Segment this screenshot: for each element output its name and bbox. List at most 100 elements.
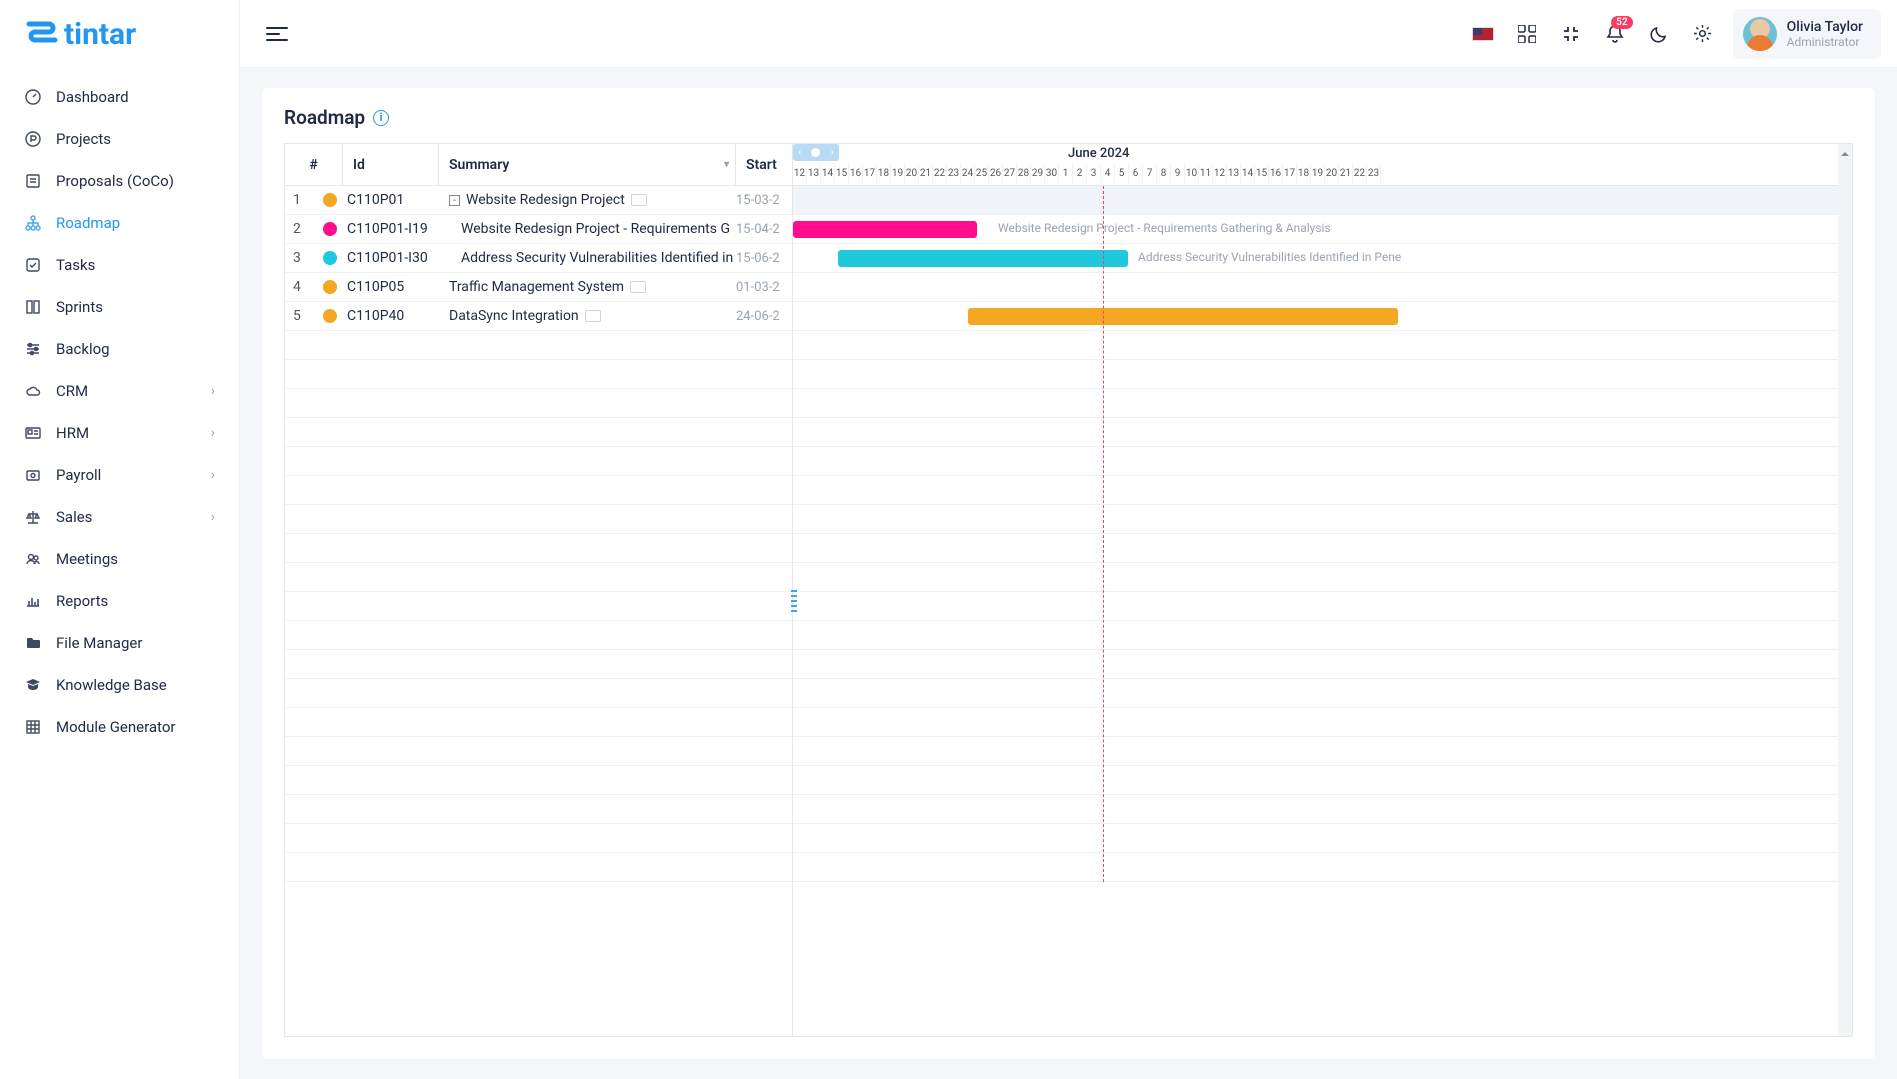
sidebar-item-label: CRM [56, 382, 88, 400]
apps-grid-button[interactable] [1505, 12, 1549, 56]
table-row[interactable]: 3C110P01-I30Address Security Vulnerabili… [285, 244, 792, 273]
empty-row [285, 418, 792, 447]
col-header-id[interactable]: Id [343, 144, 439, 185]
sidebar-item-label: Reports [56, 592, 108, 610]
timeline-day: 9 [1171, 163, 1185, 185]
empty-row [285, 679, 792, 708]
col-header-summary[interactable]: Summary [439, 144, 736, 185]
timeline-day: 19 [891, 163, 905, 185]
timeline-nav[interactable]: ‹› [793, 144, 839, 161]
sidebar-item-payroll[interactable]: Payroll› [0, 454, 239, 496]
sidebar-item-backlog[interactable]: Backlog [0, 328, 239, 370]
sidebar-item-tasks[interactable]: Tasks [0, 244, 239, 286]
timeline-row [793, 418, 1852, 447]
sidebar-item-file-manager[interactable]: File Manager [0, 622, 239, 664]
empty-row [285, 853, 792, 882]
timeline-day: 6 [1129, 163, 1143, 185]
timeline-day: 14 [821, 163, 835, 185]
timeline-day: 10 [1185, 163, 1199, 185]
language-flag-button[interactable] [1461, 12, 1505, 56]
page-title: Roadmap [284, 106, 365, 129]
col-header-number[interactable]: # [285, 144, 343, 185]
sidebar-item-label: Roadmap [56, 214, 120, 232]
sidebar-item-meetings[interactable]: Meetings [0, 538, 239, 580]
empty-row [285, 795, 792, 824]
timeline-row [793, 737, 1852, 766]
sidebar-item-label: Dashboard [56, 88, 129, 106]
sidebar-item-module-generator[interactable]: Module Generator [0, 706, 239, 748]
gantt-bar-label: Address Security Vulnerabilities Identif… [1138, 250, 1401, 264]
timeline-row [793, 766, 1852, 795]
timeline-day: 16 [849, 163, 863, 185]
notifications-button[interactable]: 52 [1593, 12, 1637, 56]
table-row[interactable]: 1C110P01-Website Redesign Project15-03-2 [285, 186, 792, 215]
checkbox[interactable] [585, 310, 601, 322]
cloud-icon [24, 382, 42, 400]
moon-icon [1650, 25, 1668, 43]
status-dot [323, 280, 337, 294]
timeline-row [793, 563, 1852, 592]
gantt-bar[interactable] [838, 250, 1128, 267]
gantt-bar[interactable] [793, 221, 977, 238]
table-row[interactable]: 2C110P01-I19Website Redesign Project - R… [285, 215, 792, 244]
logo[interactable]: tintar [0, 0, 239, 68]
sidebar-item-label: Module Generator [56, 718, 175, 736]
tree-toggle[interactable]: - [449, 195, 460, 206]
timeline-day: 21 [919, 163, 933, 185]
scale-icon [24, 508, 42, 526]
table-row[interactable]: 5C110P40DataSync Integration24-06-2 [285, 302, 792, 331]
chevron-right-icon: › [211, 425, 215, 441]
timeline-day: 24 [961, 163, 975, 185]
timeline-row [793, 302, 1852, 331]
timeline-day: 22 [933, 163, 947, 185]
scrollbar-vertical[interactable] [1838, 144, 1852, 1036]
menu-toggle-button[interactable] [262, 16, 298, 52]
col-header-start[interactable]: Start [736, 144, 792, 185]
gear-icon [1693, 24, 1712, 43]
check-icon [24, 256, 42, 274]
sidebar-item-label: Sales [56, 508, 92, 526]
theme-toggle-button[interactable] [1637, 12, 1681, 56]
cell-id: C110P01-I19 [343, 221, 439, 237]
cell-start: 15-03-2 [736, 193, 792, 208]
timeline-day: 4 [1101, 163, 1115, 185]
sidebar-item-reports[interactable]: Reports [0, 580, 239, 622]
empty-row [285, 389, 792, 418]
sidebar-item-projects[interactable]: Projects [0, 118, 239, 160]
sidebar-item-label: Tasks [56, 256, 95, 274]
user-menu-button[interactable]: Olivia Taylor Administrator [1733, 9, 1881, 59]
gantt-timeline[interactable]: ‹› June 2024 121314151617181920212223242… [793, 144, 1852, 1036]
timeline-day: 13 [807, 163, 821, 185]
timeline-day: 15 [1255, 163, 1269, 185]
sidebar-item-roadmap[interactable]: Roadmap [0, 202, 239, 244]
cell-summary: Address Security Vulnerabilities Identif… [439, 250, 736, 266]
sidebar-item-proposals-coco-[interactable]: Proposals (CoCo) [0, 160, 239, 202]
timeline-row [793, 360, 1852, 389]
checkbox[interactable] [631, 194, 647, 206]
checkbox[interactable] [630, 281, 646, 293]
sidebar-item-sprints[interactable]: Sprints [0, 286, 239, 328]
timeline-row [793, 534, 1852, 563]
sidebar-item-dashboard[interactable]: Dashboard [0, 76, 239, 118]
gantt-bar[interactable] [968, 308, 1398, 325]
settings-button[interactable] [1681, 12, 1725, 56]
empty-row [285, 534, 792, 563]
sidebar-item-crm[interactable]: CRM› [0, 370, 239, 412]
info-icon[interactable]: i [373, 110, 389, 126]
timeline-row [793, 853, 1852, 882]
timeline-row [793, 592, 1852, 621]
fullscreen-exit-button[interactable] [1549, 12, 1593, 56]
sidebar-item-sales[interactable]: Sales› [0, 496, 239, 538]
timeline-row [793, 273, 1852, 302]
sidebar-item-knowledge-base[interactable]: Knowledge Base [0, 664, 239, 706]
table-row[interactable]: 4C110P05Traffic Management System01-03-2 [285, 273, 792, 302]
sidebar-item-hrm[interactable]: HRM› [0, 412, 239, 454]
cell-start: 15-06-2 [736, 251, 792, 266]
timeline-day: 12 [1213, 163, 1227, 185]
logo-icon [24, 20, 58, 48]
timeline-day: 16 [1269, 163, 1283, 185]
circle-p-icon [24, 130, 42, 148]
id-icon [24, 424, 42, 442]
splitter-handle[interactable] [791, 590, 797, 612]
sidebar-item-label: Sprints [56, 298, 103, 316]
